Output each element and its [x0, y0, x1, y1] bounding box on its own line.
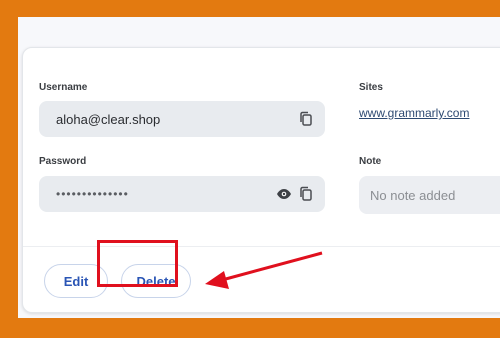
arrow-annotation: [205, 251, 323, 289]
orange-frame: Username aloha@clear.shop Password •••••…: [0, 0, 500, 338]
